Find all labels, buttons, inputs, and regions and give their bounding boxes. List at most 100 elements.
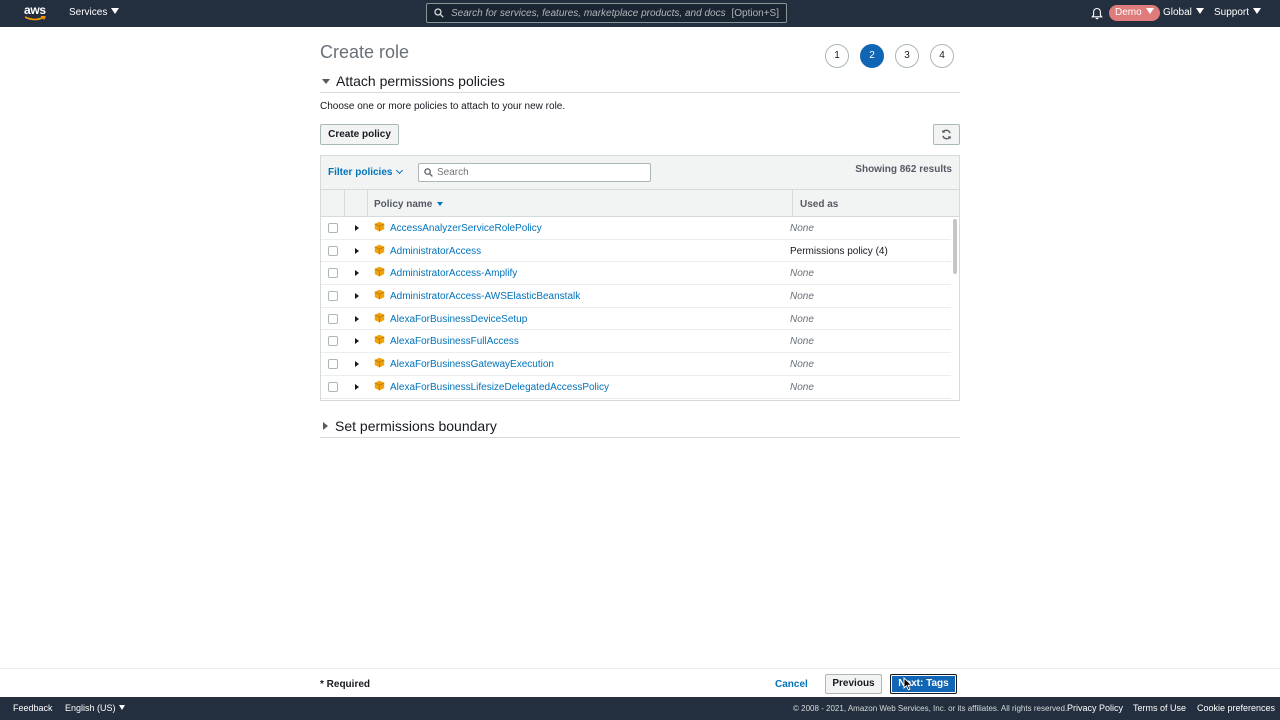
search-icon	[434, 8, 444, 18]
expand-row-icon[interactable]	[355, 225, 359, 231]
attach-policies-section-toggle[interactable]: Attach permissions policies	[320, 73, 960, 93]
policy-name-link[interactable]: AdministratorAccess-Amplify	[390, 268, 517, 279]
column-divider	[367, 190, 368, 217]
expand-row-icon[interactable]	[355, 247, 359, 254]
row-checkbox[interactable]	[328, 223, 338, 233]
wizard-step-3[interactable]: 3	[895, 44, 919, 68]
row-checkbox[interactable]	[328, 245, 338, 256]
bell-icon[interactable]	[1091, 7, 1103, 20]
policy-cube-icon	[374, 312, 385, 323]
policies-table: Policy name Used as AccessAnalyzerServic…	[320, 189, 960, 401]
privacy-policy-link[interactable]: Privacy Policy	[1067, 703, 1123, 713]
expand-row-icon[interactable]	[355, 270, 359, 277]
next-tags-button[interactable]: Next: Tags	[890, 674, 957, 694]
row-checkbox[interactable]	[328, 381, 338, 392]
policy-cube-icon	[374, 244, 385, 255]
wizard-action-bar: * Required Cancel Previous Next: Tags	[0, 668, 1280, 697]
policy-cube-icon	[374, 289, 385, 300]
support-menu-button[interactable]: Support	[1214, 7, 1262, 18]
expand-row-icon[interactable]	[355, 383, 359, 390]
attach-policies-heading: Attach permissions policies	[336, 73, 505, 89]
table-row: AlexaForBusinessDeviceSetup None	[321, 308, 951, 331]
collapse-icon	[322, 78, 330, 84]
feedback-link[interactable]: Feedback	[13, 703, 53, 713]
policy-name-link[interactable]: AdministratorAccess-AWSElasticBeanstalk	[390, 291, 580, 302]
column-divider	[344, 190, 345, 217]
results-count: Showing 862 results	[855, 164, 952, 175]
language-label: English (US)	[65, 703, 116, 713]
account-label: Demo	[1115, 7, 1142, 18]
policy-used-as: None	[790, 313, 814, 325]
aws-logo[interactable]: aws	[24, 4, 48, 24]
sort-caret-icon	[437, 202, 444, 206]
policy-name-link[interactable]: AdministratorAccess	[390, 246, 481, 257]
policy-name-link[interactable]: AccessAnalyzerServiceRolePolicy	[390, 223, 542, 234]
required-note: * Required	[320, 679, 371, 690]
filter-policies-dropdown[interactable]: Filter policies	[328, 166, 404, 178]
policy-cube-icon	[374, 335, 385, 345]
policy-cube-icon	[374, 221, 385, 232]
policy-cube-icon	[374, 266, 385, 277]
row-checkbox[interactable]	[328, 336, 338, 347]
chevron-down-icon	[396, 166, 404, 175]
row-checkbox[interactable]	[328, 359, 338, 370]
aws-logo-text: aws	[24, 3, 46, 17]
global-search-input[interactable]: Search for services, features, marketpla…	[426, 3, 787, 23]
search-icon	[424, 168, 433, 177]
policy-used-as: None	[790, 359, 814, 371]
caret-down-icon	[1195, 8, 1204, 14]
wizard-step-1[interactable]: 1	[825, 44, 849, 68]
policy-name-link[interactable]: AlexaForBusinessDeviceSetup	[390, 314, 527, 325]
expand-row-icon[interactable]	[355, 338, 359, 345]
wizard-step-4[interactable]: 4	[930, 44, 954, 68]
policy-cube-icon	[374, 380, 385, 391]
region-menu-button[interactable]: Global	[1163, 7, 1204, 18]
account-menu-button[interactable]: Demo	[1109, 5, 1160, 21]
support-label: Support	[1214, 7, 1250, 18]
create-policy-button[interactable]: Create policy	[320, 124, 399, 145]
policy-used-as: None	[790, 268, 814, 280]
table-row: AlexaForBusinessLifesizeDelegatedAccessP…	[321, 376, 951, 399]
policy-rows: AccessAnalyzerServiceRolePolicy None Admin…	[321, 217, 951, 399]
table-row: AdministratorAccess-AWSElasticBeanstalk N…	[321, 285, 951, 308]
row-checkbox[interactable]	[328, 313, 338, 324]
policy-name-link[interactable]: AlexaForBusinessGatewayExecution	[390, 359, 554, 370]
previous-button[interactable]: Previous	[825, 674, 882, 694]
global-search-placeholder: Search for services, features, marketpla…	[451, 7, 726, 19]
policy-used-as: None	[790, 381, 814, 393]
caret-down-icon	[118, 705, 125, 710]
language-selector[interactable]: English (US)	[65, 703, 125, 713]
policy-name-link[interactable]: AlexaForBusinessLifesizeDelegatedAccessP…	[390, 382, 609, 393]
column-header-used-as: Used as	[800, 199, 839, 210]
expand-row-icon[interactable]	[355, 361, 359, 368]
terms-of-use-link[interactable]: Terms of Use	[1133, 703, 1186, 713]
policy-search-input[interactable]	[418, 163, 651, 182]
row-checkbox[interactable]	[328, 291, 338, 302]
services-menu-button[interactable]: Services	[69, 7, 120, 18]
policy-used-as: None	[790, 336, 814, 348]
refresh-button[interactable]	[933, 124, 960, 145]
table-row: AccessAnalyzerServiceRolePolicy None	[321, 217, 951, 240]
table-row: AdministratorAccess Permissions policy (4…	[321, 240, 951, 263]
expand-row-icon[interactable]	[355, 315, 359, 322]
caret-down-icon	[111, 8, 120, 14]
cancel-button[interactable]: Cancel	[775, 679, 808, 690]
page-title: Create role	[320, 42, 410, 62]
wizard-step-2-active[interactable]: 2	[860, 44, 884, 68]
services-label: Services	[69, 7, 108, 18]
table-header: Policy name Used as	[321, 189, 959, 217]
permissions-boundary-heading: Set permissions boundary	[335, 418, 497, 434]
policy-used-as: None	[790, 223, 814, 234]
policy-name-header-label: Policy name	[374, 199, 433, 210]
policy-name-link[interactable]: AlexaForBusinessFullAccess	[390, 336, 519, 347]
column-header-policy-name[interactable]: Policy name	[374, 199, 444, 210]
expand-row-icon[interactable]	[355, 293, 359, 300]
column-divider	[792, 190, 793, 217]
table-scrollbar-thumb[interactable]	[953, 219, 957, 274]
wizard-steps: 1 2 3 4	[825, 44, 954, 68]
row-checkbox[interactable]	[328, 268, 338, 279]
cookie-preferences-link[interactable]: Cookie preferences	[1197, 703, 1275, 713]
policy-filter-bar: Filter policies Showing 862 results	[320, 155, 960, 189]
search-shortcut-hint: [Option+S]	[731, 8, 779, 19]
permissions-boundary-section-toggle[interactable]: Set permissions boundary	[320, 418, 960, 438]
